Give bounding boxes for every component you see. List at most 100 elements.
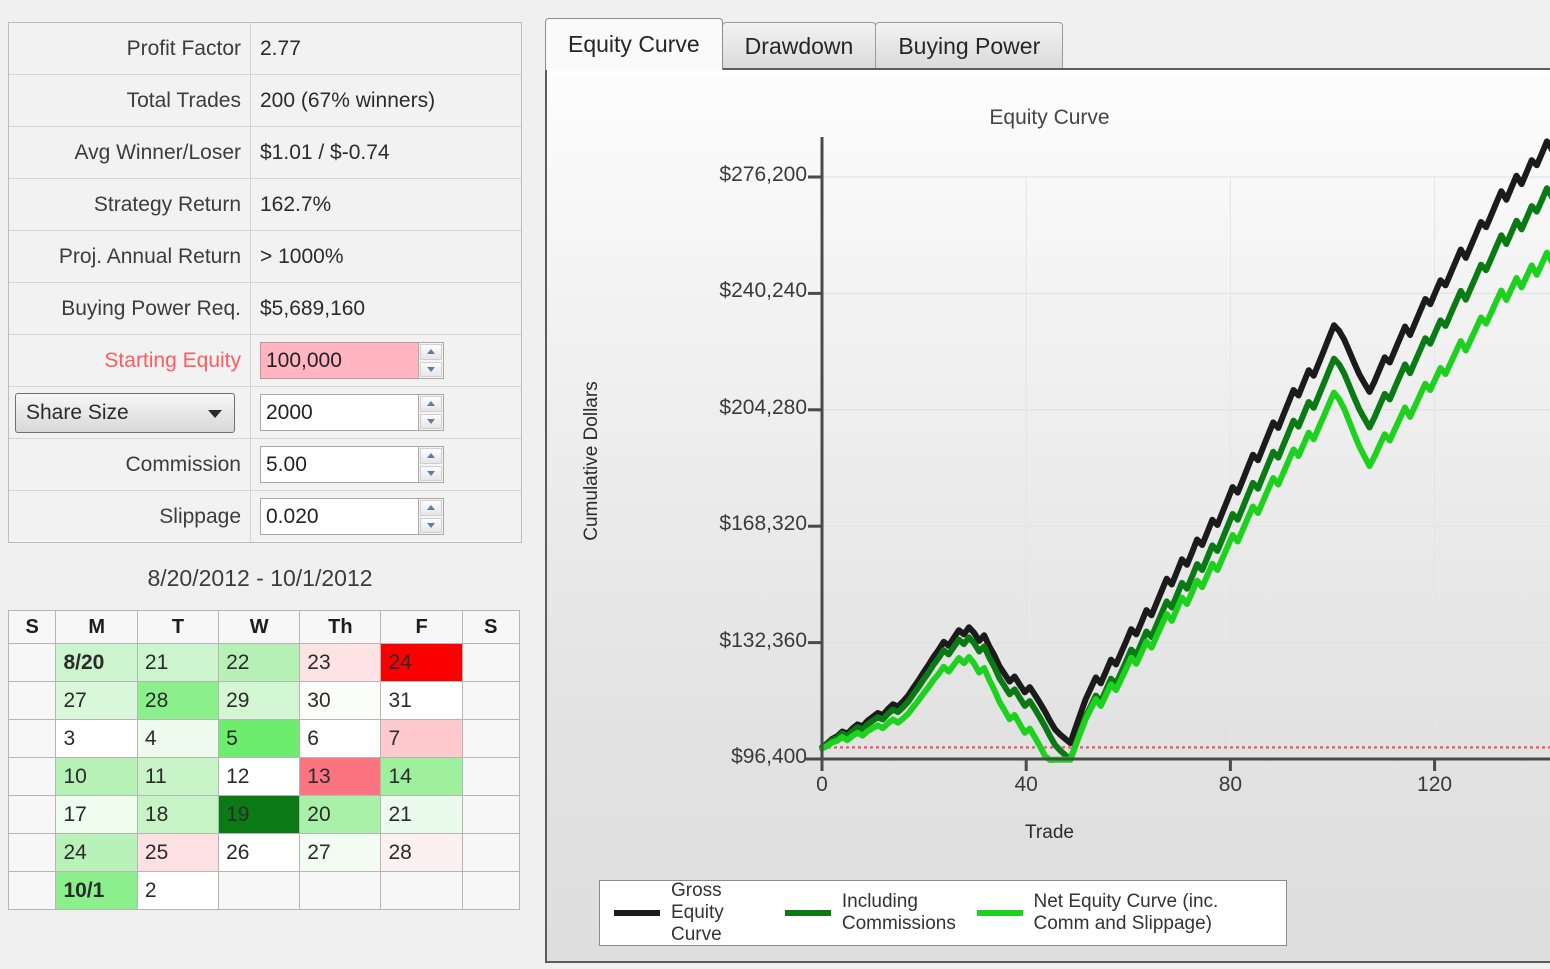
calendar-week-row: 27 28 29 30 31: [7, 681, 521, 720]
stepper-down-icon[interactable]: [420, 361, 442, 377]
chevron-down-icon: [208, 409, 222, 418]
stat-label: Strategy Return: [9, 179, 251, 230]
calendar-day-cell[interactable]: 30: [299, 681, 382, 720]
calendar-day-cell[interactable]: 21: [380, 795, 463, 834]
calendar-day-cell[interactable]: 2: [136, 871, 220, 910]
calendar-day-cell[interactable]: 27: [299, 833, 382, 872]
stepper-up-icon[interactable]: [420, 344, 442, 360]
calendar-day-cell[interactable]: [7, 757, 57, 796]
calendar-day-cell[interactable]: 28: [380, 833, 463, 872]
legend-swatch-icon: [976, 910, 1023, 916]
calendar-header-row: S M T W Th F S: [7, 610, 521, 644]
calendar-day-cell[interactable]: 18: [136, 795, 220, 834]
numeric-stepper[interactable]: 5.00: [260, 446, 444, 483]
stepper-input[interactable]: 5.00: [260, 446, 419, 483]
stepper-buttons[interactable]: [418, 394, 444, 431]
stepper-buttons[interactable]: [418, 446, 444, 483]
stat-value: $1.01 / $-0.74: [260, 140, 390, 164]
calendar-day-cell[interactable]: [7, 681, 57, 720]
calendar-header-3: W: [218, 610, 301, 644]
stepper-up-icon[interactable]: [420, 448, 442, 464]
numeric-stepper[interactable]: 100,000: [260, 342, 444, 379]
calendar-day-cell[interactable]: 31: [380, 681, 463, 720]
stat-label-cell: Share Size: [9, 387, 251, 438]
calendar-day-cell[interactable]: [461, 643, 521, 682]
stat-label: Avg Winner/Loser: [9, 127, 251, 178]
calendar-day-cell[interactable]: [218, 871, 301, 910]
calendar-day-cell[interactable]: 25: [136, 833, 220, 872]
calendar-day-cell[interactable]: 21: [136, 643, 220, 682]
stat-value-cell: $5,689,160: [251, 283, 521, 334]
stepper-input[interactable]: 100,000: [260, 342, 419, 379]
stepper-up-icon[interactable]: [420, 396, 442, 412]
stepper-down-icon[interactable]: [420, 413, 442, 429]
stepper-input[interactable]: 0.020: [260, 498, 419, 535]
calendar-day-cell[interactable]: 12: [218, 757, 301, 796]
stat-value-cell: 2.77: [251, 23, 521, 74]
calendar-day-cell[interactable]: 4: [136, 719, 220, 758]
stat-row-commission: Commission 5.00: [9, 439, 521, 491]
legend-item-0: Gross Equity Curve: [614, 880, 765, 946]
stat-value-cell: 200 (67% winners): [251, 75, 521, 126]
numeric-stepper[interactable]: 0.020: [260, 498, 444, 535]
calendar-day-cell[interactable]: 10: [55, 757, 138, 796]
calendar-week-row: 24 25 26 27 28: [7, 833, 521, 872]
calendar-day-cell[interactable]: [7, 871, 57, 910]
calendar-day-cell[interactable]: 20: [299, 795, 382, 834]
calendar-day-cell[interactable]: 24: [380, 643, 463, 682]
stat-value: 2.77: [260, 36, 301, 60]
equity-curve-chart: Equity Curve Cumulative Dollars Trade $9…: [545, 68, 1550, 963]
stepper-down-icon[interactable]: [420, 465, 442, 481]
calendar-day-cell[interactable]: 23: [299, 643, 382, 682]
calendar-day-cell[interactable]: [461, 719, 521, 758]
calendar-day-cell[interactable]: [461, 833, 521, 872]
calendar-day-cell[interactable]: 24: [55, 833, 138, 872]
calendar-day-cell[interactable]: 8/20: [55, 643, 138, 682]
calendar-day-cell[interactable]: 29: [218, 681, 301, 720]
calendar-day-cell[interactable]: 27: [55, 681, 138, 720]
calendar-week-row: 10/1 2: [7, 871, 521, 910]
stepper-up-icon[interactable]: [420, 500, 442, 516]
stepper-buttons[interactable]: [418, 342, 444, 379]
calendar-day-cell[interactable]: 14: [380, 757, 463, 796]
calendar-day-cell[interactable]: [7, 643, 57, 682]
calendar-day-cell[interactable]: 13: [299, 757, 382, 796]
calendar-day-cell[interactable]: [7, 795, 57, 834]
numeric-stepper[interactable]: 2000: [260, 394, 444, 431]
stepper-buttons[interactable]: [418, 498, 444, 535]
stat-row-buying-power-req: Buying Power Req. $5,689,160: [9, 283, 521, 335]
chart-tabstrip: Equity Curve Drawdown Buying Power: [545, 18, 1064, 70]
calendar-day-cell[interactable]: 6: [299, 719, 382, 758]
trade-calendar: S M T W Th F S 8/20 21 22 23 24 27 28 29 30 31 3 4 5 6 7 10 11…: [7, 610, 521, 910]
calendar-day-cell[interactable]: [7, 833, 57, 872]
legend-swatch-icon: [614, 910, 660, 916]
calendar-day-cell[interactable]: [461, 795, 521, 834]
calendar-day-cell[interactable]: 28: [136, 681, 220, 720]
share-size-dropdown[interactable]: Share Size: [15, 392, 235, 433]
tab-buying-power[interactable]: Buying Power: [875, 22, 1064, 70]
calendar-day-cell[interactable]: 11: [136, 757, 220, 796]
calendar-day-cell[interactable]: 26: [218, 833, 301, 872]
calendar-header-6: S: [461, 610, 521, 644]
calendar-day-cell[interactable]: [461, 757, 521, 796]
calendar-day-cell[interactable]: 22: [218, 643, 301, 682]
calendar-day-cell[interactable]: 3: [55, 719, 138, 758]
calendar-day-cell[interactable]: 19: [218, 795, 301, 834]
tab-drawdown[interactable]: Drawdown: [721, 22, 877, 70]
calendar-day-cell[interactable]: 7: [380, 719, 463, 758]
stat-row-share-size: Share Size 2000: [9, 387, 521, 439]
stat-label: Slippage: [9, 491, 251, 542]
calendar-header-4: Th: [299, 610, 382, 644]
stepper-input[interactable]: 2000: [260, 394, 419, 431]
calendar-day-cell[interactable]: [7, 719, 57, 758]
calendar-day-cell[interactable]: 5: [218, 719, 301, 758]
stat-row-slippage: Slippage 0.020: [9, 491, 521, 542]
calendar-day-cell[interactable]: [380, 871, 463, 910]
calendar-day-cell[interactable]: 17: [55, 795, 138, 834]
stepper-down-icon[interactable]: [420, 517, 442, 533]
tab-equity-curve[interactable]: Equity Curve: [545, 18, 723, 70]
calendar-day-cell[interactable]: 10/1: [55, 871, 138, 910]
calendar-day-cell[interactable]: [461, 681, 521, 720]
calendar-day-cell[interactable]: [299, 871, 382, 910]
calendar-day-cell[interactable]: [461, 871, 521, 910]
